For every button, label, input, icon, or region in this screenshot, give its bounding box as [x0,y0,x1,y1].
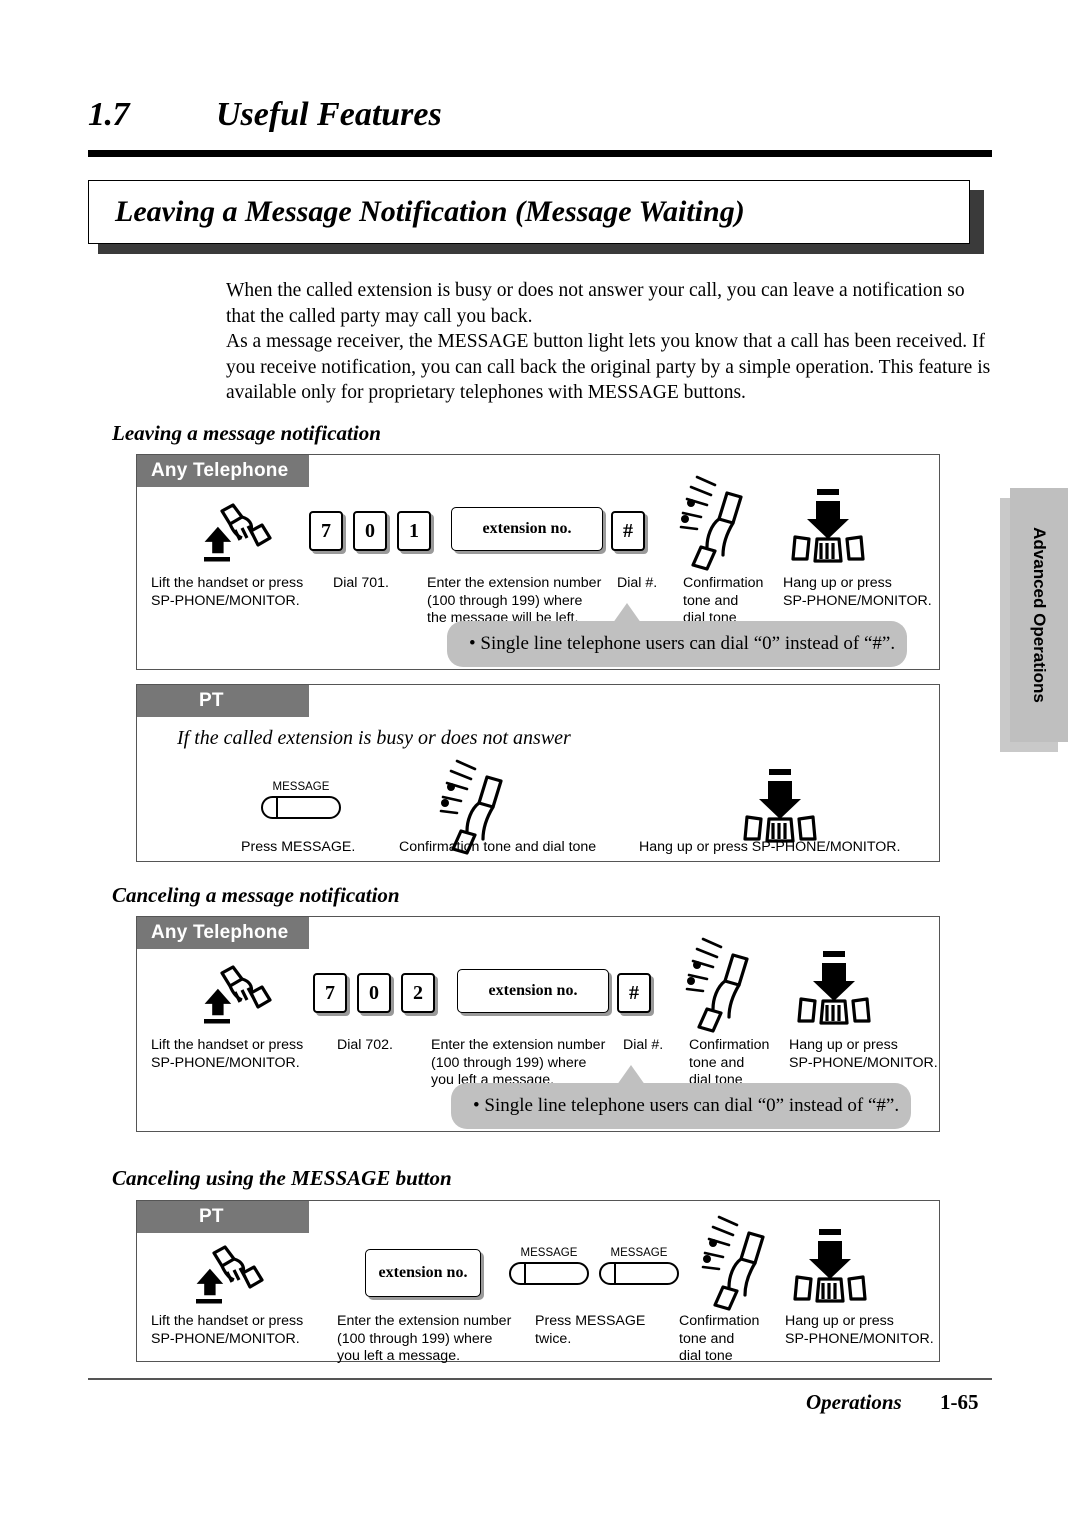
procedure-box-pt-message: PT If the called extension is busy or do… [136,684,940,862]
keypad-key-3[interactable]: 1 [397,511,431,551]
caption-enter-extension: Enter the extension number (100 through … [431,1037,606,1088]
keypad-key-3[interactable]: 2 [401,973,435,1013]
caption-confirmation: Confirmation tone and dial tone [399,839,597,855]
message-button-icon-2[interactable]: MESSAGE [599,1247,679,1285]
feature-title-plaque: Leaving a Message Notification (Message … [88,180,984,254]
caption-press-message: Press MESSAGE. [241,839,356,855]
caption-hang-up: Hang up or press SP-PHONE/MONITOR. [639,839,901,855]
hang-up-icon [789,1229,869,1307]
note-callout-text: • Single line telephone users can dial “… [469,633,896,654]
footer-rule [88,1378,992,1380]
note-callout: • Single line telephone users can dial “… [451,1083,911,1129]
box-tag-any-telephone: Any Telephone [137,455,309,487]
keypad-key-1[interactable]: 7 [309,511,343,551]
subhead-leaving: Leaving a message notification [112,421,381,445]
side-tab-label: Advanced Operations [1030,527,1049,703]
procedure-box-canceling: Any Telephone 7 0 2 extension no. # Lift… [136,916,940,1132]
caption-confirmation: Confirmation tone and dial tone [683,575,764,626]
message-button-label: MESSAGE [610,1247,668,1259]
caption-press-message-twice: Press MESSAGE twice. [535,1313,646,1347]
message-button-icon[interactable]: MESSAGE [261,781,341,819]
caption-dial-hash: Dial #. [617,575,658,591]
intro-text: When the called extension is busy or doe… [226,278,996,406]
caption-hang-up: Hang up or press SP-PHONE/MONITOR. [783,575,932,609]
message-button-label: MESSAGE [520,1247,578,1259]
intro-paragraph-1: When the called extension is busy or doe… [226,280,965,327]
box-tag-pt: PT [137,1201,309,1233]
procedure-box-leaving: Any Telephone 7 0 1 extension no. # Lift… [136,454,940,670]
footer-page-number: 1-65 [940,1390,979,1414]
plaque-body: Leaving a Message Notification (Message … [88,180,970,244]
section-number: 1.7 [88,96,130,133]
message-button-icon-1[interactable]: MESSAGE [509,1247,589,1285]
hang-up-icon [793,951,873,1029]
condition-text: If the called extension is busy or does … [177,727,571,749]
caption-enter-extension: Enter the extension number (100 through … [337,1313,512,1364]
hang-up-icon [787,489,867,567]
subhead-canceling: Canceling a message notification [112,883,400,907]
keypad-key-1[interactable]: 7 [313,973,347,1013]
section-header: 1.7 Useful Features [88,96,992,158]
caption-lift: Lift the handset or press SP-PHONE/MONIT… [151,1313,304,1347]
feature-title: Leaving a Message Notification (Message … [115,195,745,228]
caption-hang-up: Hang up or press SP-PHONE/MONITOR. [785,1313,934,1347]
box-tag-pt: PT [137,685,309,717]
lift-handset-icon [199,503,273,565]
subhead-canceling-message-button: Canceling using the MESSAGE button [112,1166,452,1190]
note-callout: • Single line telephone users can dial “… [447,621,907,667]
hang-up-icon [739,769,819,847]
extension-no-plate[interactable]: extension no. [457,969,609,1013]
caption-lift: Lift the handset or press SP-PHONE/MONIT… [151,1037,304,1071]
ringing-handset-icon [671,475,749,571]
extension-no-plate[interactable]: extension no. [365,1249,481,1297]
intro-paragraph-2: As a message receiver, the MESSAGE butto… [226,331,991,403]
keypad-key-2[interactable]: 0 [353,511,387,551]
lift-handset-icon [191,1245,265,1307]
message-button-pill[interactable] [261,796,341,819]
hash-key[interactable]: # [611,511,645,551]
caption-lift: Lift the handset or press SP-PHONE/MONIT… [151,575,304,609]
box-tag-any-telephone: Any Telephone [137,917,309,949]
note-callout-text: • Single line telephone users can dial “… [473,1095,900,1116]
caption-confirmation: Confirmation tone and dial tone [679,1313,760,1364]
ringing-handset-icon [677,937,755,1033]
footer-label: Operations [806,1390,902,1414]
caption-dial: Dial 702. [337,1037,393,1053]
hash-key[interactable]: # [617,973,651,1013]
caption-enter-extension: Enter the extension number (100 through … [427,575,602,626]
section-title: Useful Features [216,96,442,133]
keypad-key-2[interactable]: 0 [357,973,391,1013]
lift-handset-icon [199,965,273,1027]
extension-no-plate[interactable]: extension no. [451,507,603,551]
ringing-handset-icon [693,1215,771,1311]
message-button-label: MESSAGE [272,781,330,793]
caption-hang-up: Hang up or press SP-PHONE/MONITOR. [789,1037,938,1071]
section-rule [88,150,992,157]
message-button-pill[interactable] [599,1262,679,1285]
caption-dial-hash: Dial #. [623,1037,664,1053]
caption-dial: Dial 701. [333,575,389,591]
procedure-box-canceling-message: PT extension no. MESSAGE MESSAGE Lift th… [136,1200,940,1364]
caption-confirmation: Confirmation tone and dial tone [689,1037,770,1088]
document-page: 1.7 Useful Features Leaving a Message No… [0,0,1080,1528]
message-button-pill[interactable] [509,1262,589,1285]
